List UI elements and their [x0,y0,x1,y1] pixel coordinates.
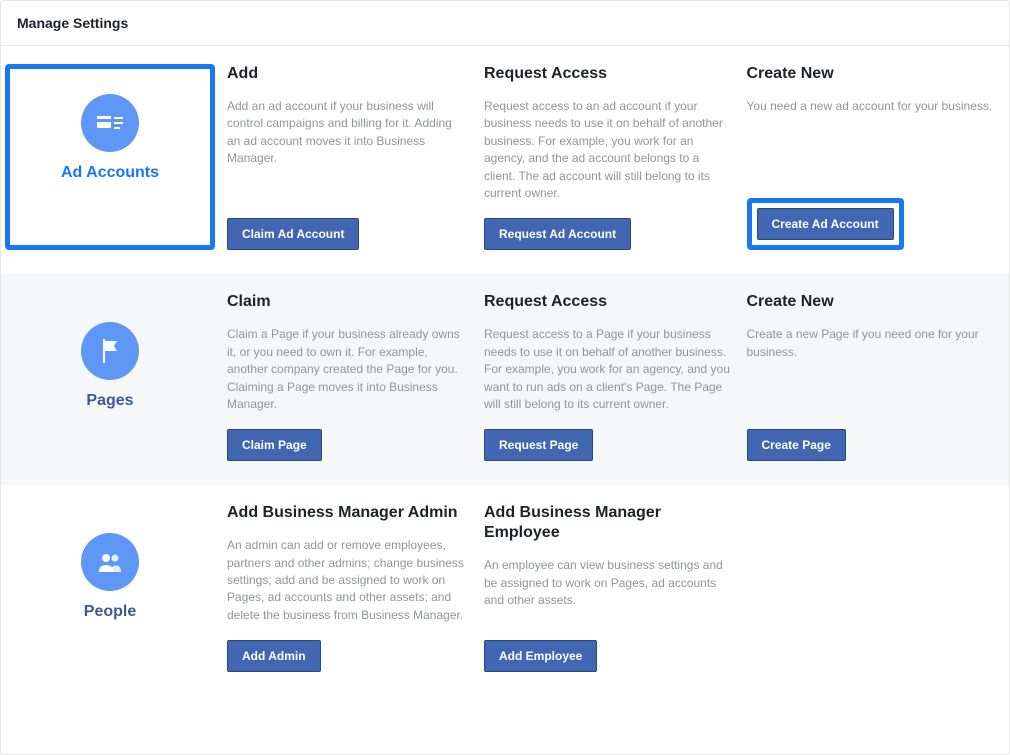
section-people: People Add Business Manager Admin An adm… [1,485,1009,696]
flag-icon [81,322,139,380]
claim-ad-account-button[interactable]: Claim Ad Account [227,218,359,250]
panel-title: Manage Settings [1,1,1009,46]
card-create-new: Create New Create a new Page if you need… [747,292,1010,461]
card-desc: You need a new ad account for your busin… [747,98,994,182]
card-add: Add Add an ad account if your business w… [219,64,484,250]
create-ad-account-button[interactable]: Create Ad Account [757,208,894,240]
request-ad-account-button[interactable]: Request Ad Account [484,218,631,250]
card-desc: An admin can add or remove employees, pa… [227,537,468,624]
card-title: Add [227,64,468,84]
card-title: Claim [227,292,468,312]
card-request-access: Request Access Request access to an ad a… [484,64,747,250]
card-desc: Claim a Page if your business already ow… [227,326,468,413]
cards-ad-accounts: Add Add an ad account if your business w… [219,64,1009,250]
card-claim: Claim Claim a Page if your business alre… [219,292,484,461]
card-request-access: Request Access Request access to a Page … [484,292,747,461]
card-desc: Create a new Page if you need one for yo… [747,326,994,413]
request-page-button[interactable]: Request Page [484,429,593,461]
category-people[interactable]: People [5,503,215,672]
create-page-button[interactable]: Create Page [747,429,846,461]
ad-account-icon [81,94,139,152]
people-icon [81,533,139,591]
category-label: People [84,603,136,621]
card-add-admin: Add Business Manager Admin An admin can … [219,503,484,672]
card-title: Request Access [484,64,731,84]
add-employee-button[interactable]: Add Employee [484,640,597,672]
cards-people: Add Business Manager Admin An admin can … [219,503,1009,672]
card-title: Add Business Manager Employee [484,503,731,543]
card-desc: Request access to a Page if your busines… [484,326,731,413]
card-desc: An employee can view business settings a… [484,557,731,624]
card-title: Create New [747,292,994,312]
category-label: Pages [86,392,133,410]
section-pages: Pages Claim Claim a Page if your busines… [1,274,1009,485]
section-ad-accounts: Ad Accounts Add Add an ad account if you… [1,46,1009,274]
manage-settings-panel: Manage Settings Ad Accounts Add Add an a… [0,0,1010,755]
category-label: Ad Accounts [61,164,159,182]
cards-pages: Claim Claim a Page if your business alre… [219,292,1009,461]
highlighted-button-wrap: Create Ad Account [747,198,904,250]
card-title: Request Access [484,292,731,312]
category-ad-accounts[interactable]: Ad Accounts [5,64,215,250]
card-empty [747,503,1010,672]
category-pages[interactable]: Pages [5,292,215,461]
card-add-employee: Add Business Manager Employee An employe… [484,503,747,672]
card-title: Create New [747,64,994,84]
card-desc: Add an ad account if your business will … [227,98,468,202]
card-title: Add Business Manager Admin [227,503,468,523]
add-admin-button[interactable]: Add Admin [227,640,321,672]
claim-page-button[interactable]: Claim Page [227,429,322,461]
card-create-new: Create New You need a new ad account for… [747,64,1010,250]
card-desc: Request access to an ad account if your … [484,98,731,202]
